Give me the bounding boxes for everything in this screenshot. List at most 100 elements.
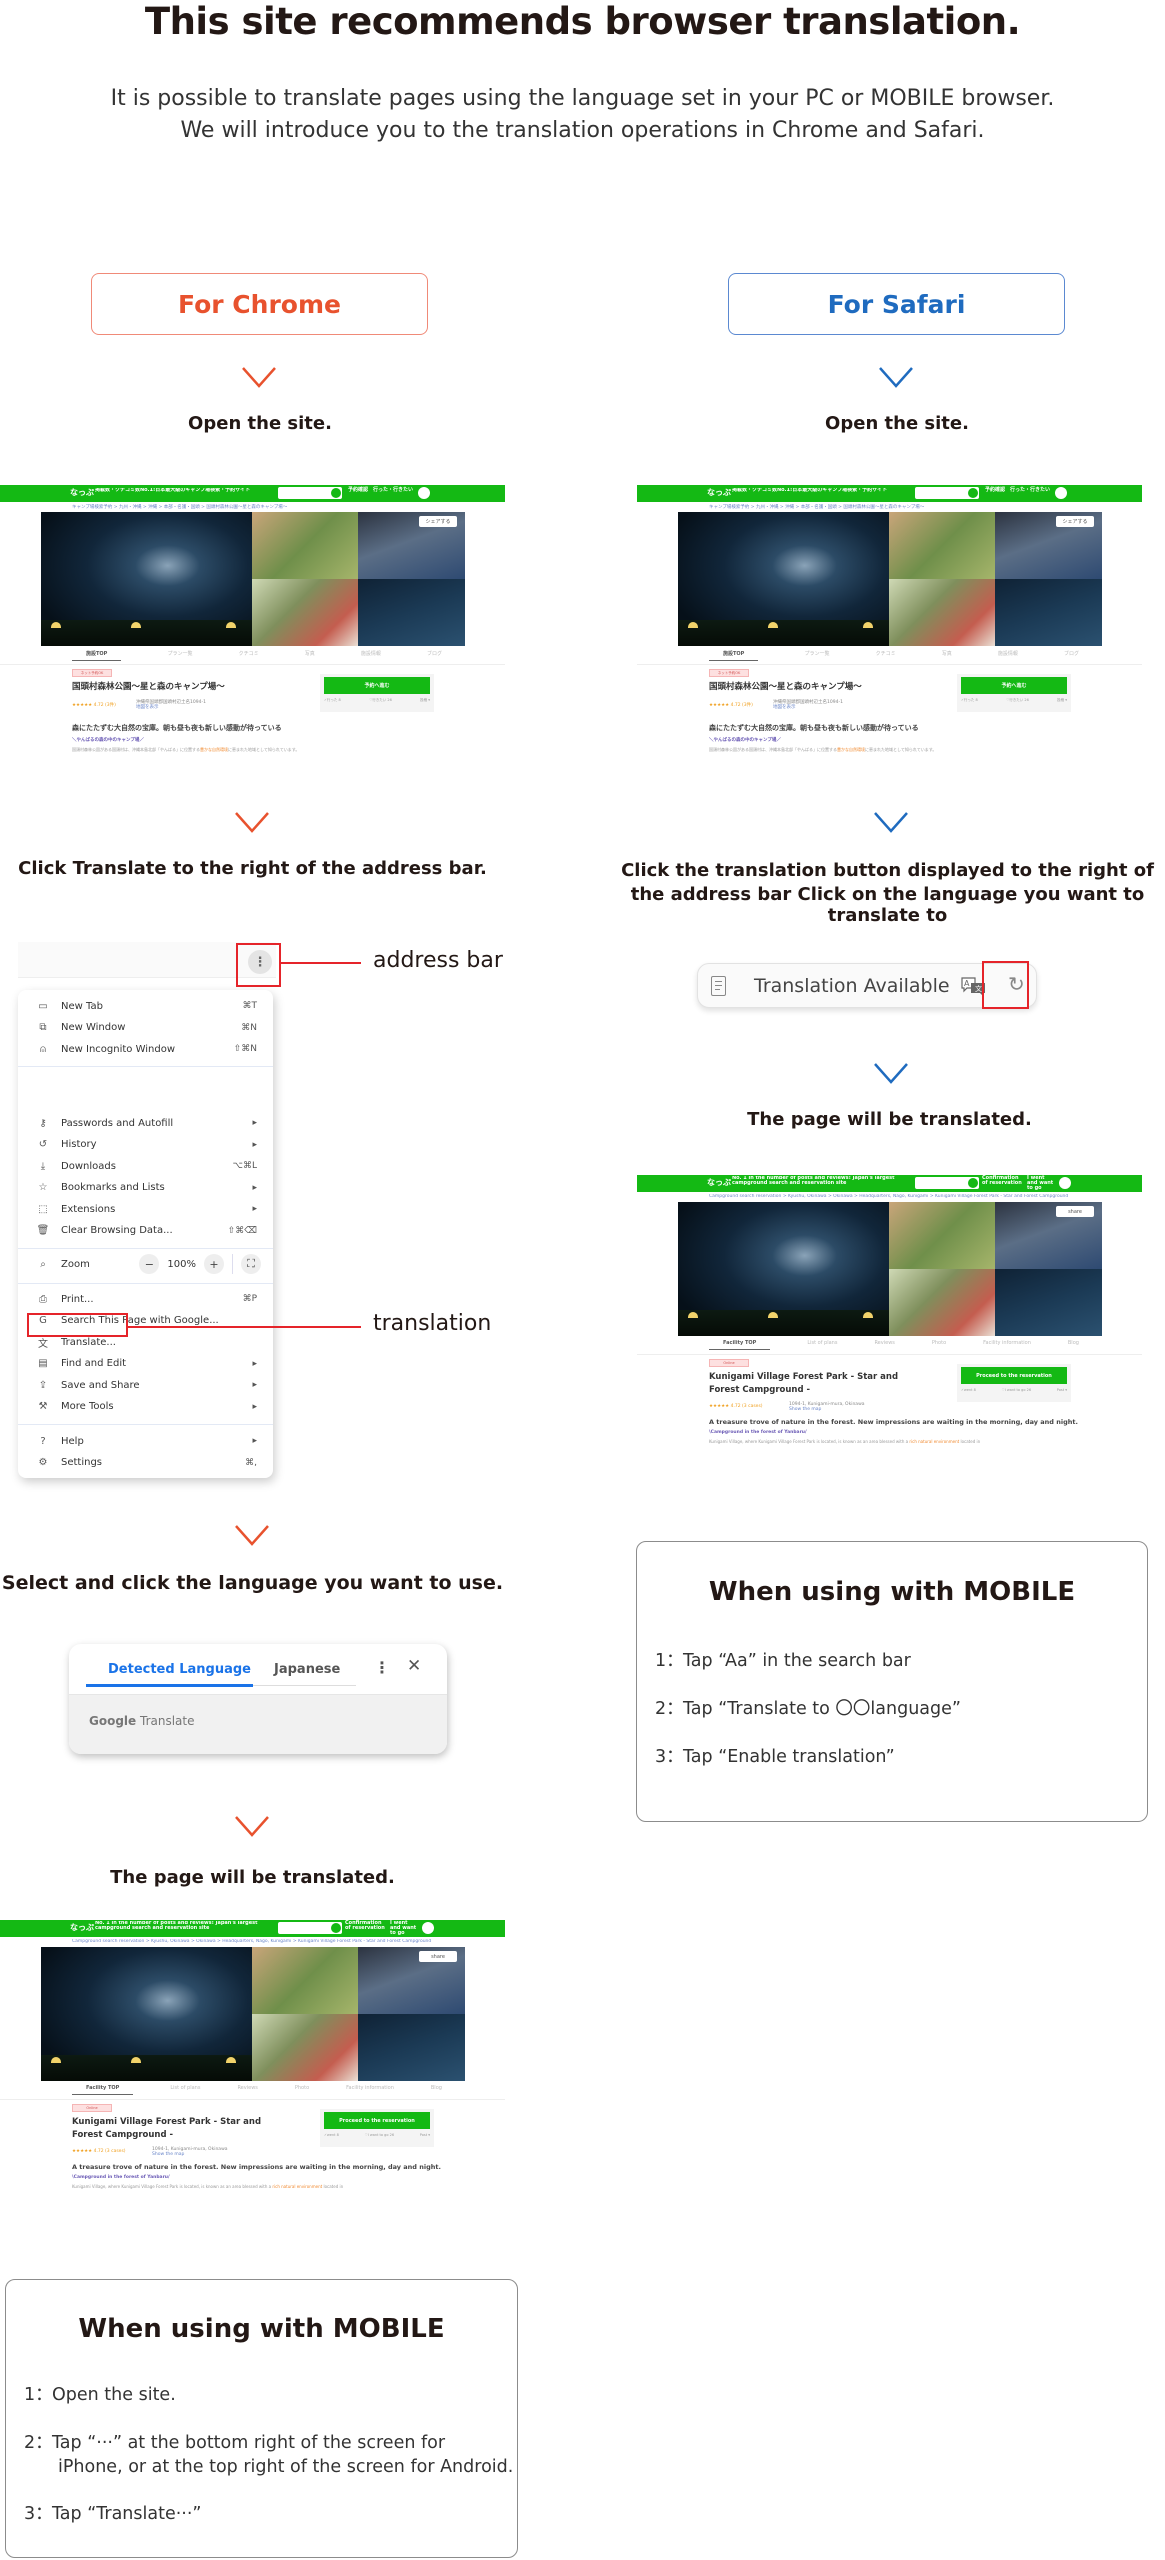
menu-item-new-incognito-window[interactable]: ⍝ New Incognito Window ⇧⌘N <box>18 1039 273 1059</box>
tab-reviews[interactable]: クチコミ <box>876 650 896 661</box>
tab-info[interactable]: Facility information <box>983 1340 1031 1350</box>
menu-item-passwords-and-autofill[interactable]: ⚷ Passwords and Autofill ▸ <box>18 1113 273 1133</box>
went-button[interactable]: ✓行った 8 <box>961 698 978 703</box>
reserve-button[interactable]: Proceed to the reservation <box>961 1367 1067 1384</box>
tab-photo[interactable]: Photo <box>295 2085 309 2095</box>
tab-facility-top[interactable]: 施設TOP <box>709 650 759 661</box>
lead-text: 森にたたずむ大自然の宝庫。朝も昼も夜も新しい感動が待っている <box>709 724 919 732</box>
tab-detected-language[interactable]: Detected Language <box>108 1662 251 1677</box>
share-button[interactable]: share <box>419 1951 457 1962</box>
post-button[interactable]: 投稿 ▾ <box>1057 698 1067 703</box>
menu-item-settings[interactable]: ⚙ Settings ⌘, <box>18 1453 273 1473</box>
more-options-icon[interactable]: ⋮ <box>374 1658 390 1677</box>
popup-footer: Google Translate <box>69 1694 447 1754</box>
want-button[interactable]: ♡行きたい 26 <box>1006 698 1029 703</box>
safari-step-2a: Click the translation button displayed t… <box>621 860 1154 881</box>
site-nav-went[interactable]: I went and want to go <box>390 1921 418 1936</box>
tab-facility-top[interactable]: 施設TOP <box>72 650 122 661</box>
site-nav-went[interactable]: I went and want to go <box>1027 1176 1055 1191</box>
tab-photo[interactable]: Photo <box>932 1340 946 1350</box>
site-search-input[interactable] <box>915 487 979 499</box>
reserve-button[interactable]: Proceed to the reservation <box>324 2112 430 2129</box>
menu-item-extensions[interactable]: ⬚ Extensions ▸ <box>18 1199 273 1219</box>
post-button[interactable]: Post ▾ <box>420 2133 430 2137</box>
tab-facility-top[interactable]: Facility TOP <box>72 2085 134 2095</box>
language-tabs: Detected Language Japanese <box>86 1656 356 1687</box>
tab-info[interactable]: 施設情報 <box>361 650 381 661</box>
avatar[interactable] <box>1059 1177 1071 1189</box>
close-icon[interactable]: ✕ <box>407 1656 421 1676</box>
post-button[interactable]: Post ▾ <box>1057 1388 1067 1392</box>
safari-step-1: Open the site. <box>825 413 969 434</box>
post-button[interactable]: 投稿 ▾ <box>420 698 430 703</box>
site-search-input[interactable] <box>278 1922 342 1934</box>
map-link[interactable]: Show the map <box>152 2152 184 2157</box>
tab-reviews[interactable]: Reviews <box>874 1340 894 1350</box>
reserve-button[interactable]: 予約へ進む <box>324 677 430 694</box>
menu-item-new-window[interactable]: ⧉ New Window ⌘N <box>18 1018 273 1038</box>
menu-item-help[interactable]: ? Help ▸ <box>18 1431 273 1451</box>
menu-item-more-tools[interactable]: ⚒ More Tools ▸ <box>18 1397 273 1417</box>
fullscreen-icon[interactable]: ⛶ <box>241 1254 261 1274</box>
tab-plans[interactable]: プラン一覧 <box>167 650 192 661</box>
site-nav-went[interactable]: 行った・行きたい <box>373 488 413 493</box>
want-button[interactable]: ♡I want to go 26 <box>365 2133 395 2137</box>
night-photo <box>358 579 465 646</box>
zoom-out-button[interactable]: − <box>139 1254 160 1274</box>
reserve-button[interactable]: 予約へ進む <box>961 677 1067 694</box>
tab-photo[interactable]: 写真 <box>942 650 952 661</box>
share-button[interactable]: share <box>1056 1206 1094 1217</box>
menu-item-new-tab[interactable]: ▭ New Tab ⌘T <box>18 996 273 1016</box>
zoom-in-button[interactable]: + <box>204 1254 224 1274</box>
menu-item-bookmarks-and-lists[interactable]: ☆ Bookmarks and Lists ▸ <box>18 1178 273 1198</box>
share-button[interactable]: シェアする <box>419 516 457 527</box>
photo-gallery: share <box>678 1202 1102 1336</box>
zoom-level: 100% <box>167 1258 196 1270</box>
site-nav-reservation[interactable]: 予約確認 <box>348 488 368 493</box>
tab-facility-top[interactable]: Facility TOP <box>709 1340 771 1350</box>
tab-reviews[interactable]: クチコミ <box>239 650 259 661</box>
tab-blog[interactable]: Blog <box>431 2085 442 2095</box>
menu-separator <box>18 1248 273 1249</box>
tab-blog[interactable]: Blog <box>1068 1340 1079 1350</box>
tab-reviews[interactable]: Reviews <box>237 2085 257 2095</box>
reader-icon[interactable] <box>711 976 726 996</box>
map-link[interactable]: 地図を表示 <box>136 705 159 710</box>
tab-plans[interactable]: List of plans <box>170 2085 200 2095</box>
avatar[interactable] <box>422 1922 434 1934</box>
menu-item-find-and-edit[interactable]: ▤ Find and Edit ▸ <box>18 1354 273 1374</box>
menu-item-print[interactable]: ⎙ Print... ⌘P <box>18 1289 273 1309</box>
share-button[interactable]: シェアする <box>1056 516 1094 527</box>
page-title: This site recommends browser translation… <box>144 0 1021 43</box>
tab-blog[interactable]: ブログ <box>427 650 442 661</box>
tab-japanese[interactable]: Japanese <box>274 1662 340 1677</box>
site-search-input[interactable] <box>278 487 342 499</box>
site-nav-went[interactable]: 行った・行きたい <box>1010 488 1050 493</box>
tab-blog[interactable]: ブログ <box>1064 650 1079 661</box>
avatar[interactable] <box>418 487 430 499</box>
site-nav-reservation[interactable]: Confirmation of reservation <box>982 1176 1024 1186</box>
went-button[interactable]: ✓went 8 <box>324 2133 339 2137</box>
menu-item-save-and-share[interactable]: ⇪ Save and Share ▸ <box>18 1375 273 1395</box>
rating: ★★★★★ 4.72 (3件) <box>709 703 753 708</box>
menu-item-history[interactable]: ↺ History ▸ <box>18 1135 273 1155</box>
site-header-bar: なっぷ No. 1 in the number of posts and rev… <box>0 1920 505 1937</box>
site-search-input[interactable] <box>915 1177 979 1189</box>
site-nav-reservation[interactable]: Confirmation of reservation <box>345 1921 387 1931</box>
map-link[interactable]: Show the map <box>789 1407 821 1412</box>
tab-plans[interactable]: List of plans <box>807 1340 837 1350</box>
avatar[interactable] <box>1055 487 1067 499</box>
menu-item-downloads[interactable]: ⤓ Downloads ⌥⌘L <box>18 1156 273 1176</box>
tab-info[interactable]: 施設情報 <box>998 650 1018 661</box>
tab-plans[interactable]: プラン一覧 <box>804 650 829 661</box>
went-button[interactable]: ✓行った 8 <box>324 698 341 703</box>
want-button[interactable]: ♡行きたい 26 <box>369 698 392 703</box>
tab-info[interactable]: Facility information <box>346 2085 394 2095</box>
map-link[interactable]: 地図を表示 <box>773 705 796 710</box>
site-nav-reservation[interactable]: 予約確認 <box>985 488 1005 493</box>
tab-photo[interactable]: 写真 <box>305 650 315 661</box>
want-button[interactable]: ♡I want to go 26 <box>1002 1388 1032 1392</box>
menu-item-clear-browsing-data[interactable]: 🗑 Clear Browsing Data... ⇧⌘⌫ <box>18 1221 273 1241</box>
mobile-step: 1：Tap “Aa” in the search bar <box>655 1651 911 1671</box>
went-button[interactable]: ✓went 8 <box>961 1388 976 1392</box>
